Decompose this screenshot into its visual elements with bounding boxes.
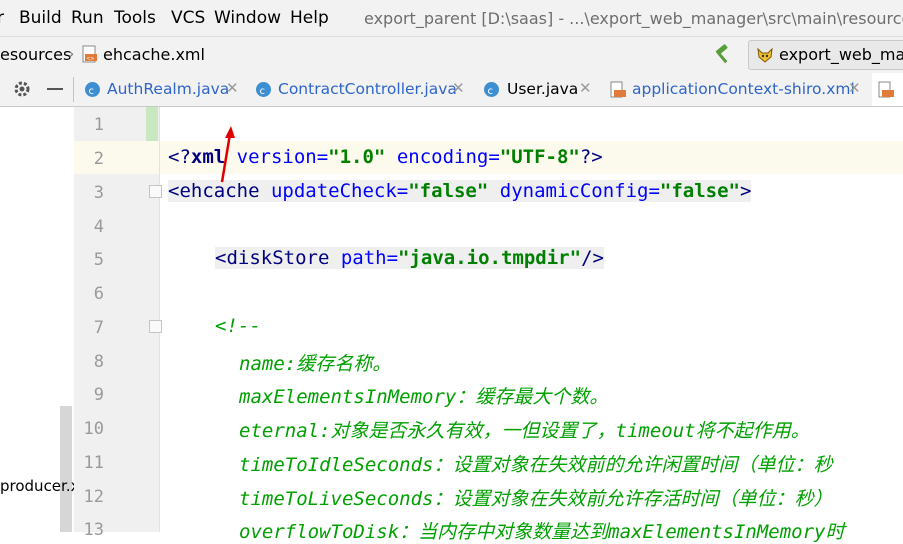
menu-vcs[interactable]: VCS [171, 8, 205, 28]
tomcat-icon [757, 47, 773, 63]
navigation-bar: esources › <> ehcache.xml export_web_man [0, 36, 903, 74]
close-icon[interactable]: ✕ [579, 79, 592, 97]
window-title: export_parent [D:\saas] - ...\export_web… [364, 9, 903, 28]
code-line-11[interactable]: timeToIdleSeconds：设置对象在失效前的允许闲置时间（单位：秒 [239, 450, 832, 477]
code-line-3[interactable]: <ehcache updateCheck="false" dynamicConf… [168, 180, 752, 202]
code-token: "false" [408, 180, 489, 202]
menu-help[interactable]: Help [290, 8, 329, 28]
class-icon: c [484, 82, 499, 97]
tab-label: applicationContext-shiro.xml [632, 80, 855, 98]
menu-bar: r Build Run Tools VCS Window Help export… [0, 0, 903, 36]
code-token: updateCheck= [259, 180, 409, 202]
close-icon[interactable]: ✕ [452, 79, 465, 97]
menu-window[interactable]: Window [214, 8, 281, 28]
code-line-7[interactable]: <!-- [215, 315, 261, 337]
code-line-13[interactable]: overflowToDisk：当内存中对象数量达到maxElementsInMe… [239, 517, 845, 544]
run-configuration-label: export_web_man [779, 45, 903, 64]
class-icon: c [85, 82, 100, 97]
project-panel-scrollbar[interactable] [60, 406, 72, 532]
tab-divider [73, 77, 74, 102]
code-line-8[interactable]: name:缓存名称。 [239, 349, 391, 376]
line-number: 5 [93, 250, 104, 270]
code-token: path= [329, 247, 399, 269]
xml-file-icon: <> [82, 45, 97, 63]
svg-text:c: c [488, 86, 494, 97]
menu-item-partial[interactable]: r [0, 8, 4, 28]
code-token: ?> [579, 146, 603, 168]
code-line-10[interactable]: eternal:对象是否永久有效，一但设置了，timeout将不起作用。 [239, 416, 810, 443]
line-number: 3 [93, 183, 104, 203]
fold-marker[interactable] [149, 185, 162, 198]
line-number: 11 [83, 453, 104, 473]
line-number: 1 [93, 115, 104, 135]
xml-file-icon [878, 81, 894, 98]
code-token: "1.0" [328, 146, 386, 168]
code-tag-highlight: <diskStore path="java.io.tmpdir"/> [215, 247, 604, 269]
menu-build[interactable]: Build [19, 8, 62, 28]
code-token: <diskStore [215, 247, 330, 269]
line-number: 12 [83, 487, 104, 507]
line-number: 10 [83, 419, 104, 439]
breadcrumb-file[interactable]: ehcache.xml [103, 45, 205, 64]
code-token: <? [168, 146, 191, 168]
line-number: 9 [93, 385, 104, 405]
xml-file-icon [610, 81, 626, 98]
fold-marker[interactable] [149, 320, 162, 333]
annotation-arrow-icon [220, 126, 235, 183]
line-number: 13 [83, 520, 104, 540]
breadcrumb-folder[interactable]: esources [0, 45, 71, 64]
class-icon: c [256, 82, 271, 97]
breadcrumb-separator: › [68, 44, 75, 63]
line-number: 8 [93, 352, 104, 372]
tab-user[interactable]: c User.java ✕ [479, 73, 604, 106]
code-line-9[interactable]: maxElementsInMemory：缓存最大个数。 [239, 382, 608, 409]
editor-tab-bar: c AuthRealm.java ✕ c ContractController.… [0, 73, 903, 107]
tab-ehcache-active[interactable] [872, 73, 903, 106]
line-number: 4 [93, 217, 104, 237]
code-token: dynamicConfig= [488, 180, 660, 202]
code-token: encoding= [385, 146, 500, 168]
menu-run[interactable]: Run [71, 8, 104, 28]
svg-text:c: c [89, 86, 95, 97]
gear-icon[interactable] [12, 79, 32, 99]
code-line-12[interactable]: timeToLiveSeconds：设置对象在失效前允许存活时间（单位：秒） [239, 484, 832, 511]
line-number: 6 [93, 284, 104, 304]
code-token: <ehcache [168, 180, 260, 202]
menu-tools[interactable]: Tools [114, 8, 156, 28]
line-number: 2 [93, 149, 104, 169]
code-token: /> [581, 247, 604, 269]
run-configuration-selector[interactable]: export_web_man [748, 40, 903, 70]
build-hammer-icon[interactable] [712, 44, 734, 66]
line-number: 7 [93, 318, 104, 338]
project-tree-item[interactable]: producer.x [0, 477, 79, 495]
minimize-icon[interactable] [47, 88, 63, 90]
code-token: "UTF-8" [499, 146, 580, 168]
code-line-5[interactable]: <diskStore path="java.io.tmpdir"/> [215, 247, 604, 269]
tab-contractcontroller[interactable]: c ContractController.java ✕ [251, 73, 476, 106]
code-token: "java.io.tmpdir" [398, 247, 582, 269]
tab-authrealm[interactable]: c AuthRealm.java ✕ [80, 73, 250, 106]
tab-applicationcontext-shiro[interactable]: applicationContext-shiro.xml ✕ [606, 73, 871, 106]
tab-label: User.java [507, 80, 579, 98]
code-tag-highlight: <ehcache updateCheck="false" dynamicConf… [168, 180, 752, 202]
tab-label: ContractController.java [278, 80, 457, 98]
vcs-change-marker [146, 107, 158, 141]
svg-text:<>: <> [86, 56, 94, 62]
code-token: "false" [659, 180, 740, 202]
svg-text:c: c [260, 86, 266, 97]
code-token: > [739, 180, 752, 202]
close-icon[interactable]: ✕ [226, 79, 239, 97]
close-icon[interactable]: ✕ [848, 79, 861, 97]
tab-label: AuthRealm.java [107, 80, 230, 98]
